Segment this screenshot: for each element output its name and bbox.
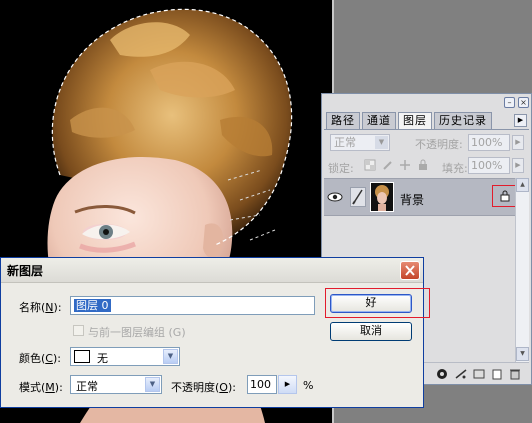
color-label: 颜色(C): (19, 350, 61, 366)
mode-label-text: 模式( (19, 381, 46, 394)
opacity-slider-icon[interactable]: ▶ (278, 375, 297, 394)
mode-label-end: ): (54, 381, 63, 394)
opacity-arrow-icon[interactable]: ▶ (512, 135, 524, 150)
layer-row[interactable]: 背景 (324, 178, 519, 216)
name-label-text: 名称( (19, 301, 46, 314)
divider (324, 129, 529, 130)
group-label-text: 与前一图层编组 (88, 326, 165, 339)
trash-icon[interactable] (508, 368, 522, 380)
color-accesskey: C (45, 352, 53, 365)
color-swatch (74, 350, 90, 363)
lock-all-icon[interactable] (417, 159, 429, 171)
lock-label: 锁定: (328, 162, 354, 175)
layer-name-value: 图层 0 (74, 299, 111, 312)
opacity-label: 不透明度(O): (171, 379, 236, 395)
dialog-title: 新图层 (7, 264, 44, 278)
color-value: 无 (97, 352, 108, 365)
name-label-end: ): (53, 301, 62, 314)
tab-channels[interactable]: 通道 (362, 112, 396, 129)
layer-effects-icon[interactable] (436, 368, 450, 380)
lock-pixels-icon[interactable] (382, 159, 394, 171)
new-layer-icon[interactable] (490, 368, 504, 380)
name-label: 名称(N): (19, 299, 62, 315)
chevron-down-icon: ▼ (163, 349, 178, 364)
new-group-icon[interactable] (472, 368, 486, 380)
tab-history[interactable]: 历史记录 (434, 112, 492, 129)
blend-mode-value: 正常 (334, 136, 356, 149)
fill-arrow-icon[interactable]: ▶ (512, 158, 524, 173)
mode-label: 模式(M): (19, 379, 63, 395)
opacity-field[interactable]: 100% (468, 134, 510, 151)
layer-thumbnail (370, 182, 394, 212)
mode-accesskey: M (45, 381, 55, 394)
opacity-input[interactable]: 100 (247, 375, 277, 394)
name-accesskey: N (45, 301, 54, 314)
opacity-accesskey: O (219, 381, 228, 394)
opacity-label-text: 不透明度( (171, 381, 220, 394)
group-accesskey: (G) (168, 326, 186, 339)
adjustment-layer-icon[interactable] (454, 368, 468, 380)
chevron-down-icon: ▼ (145, 377, 160, 392)
opacity-label: 不透明度: (415, 138, 463, 151)
layers-scrollbar[interactable]: ▲ ▼ (515, 178, 529, 362)
palette-tabs: 路径 通道 图层 历史记录 (326, 112, 494, 129)
lock-position-icon[interactable] (399, 159, 411, 171)
color-label-end: ): (52, 352, 61, 365)
group-with-previous-checkbox[interactable] (73, 325, 84, 336)
lock-icon (500, 190, 510, 202)
blend-mode-select[interactable]: 正常 ▼ (330, 134, 390, 151)
tab-paths[interactable]: 路径 (326, 112, 360, 129)
palette-titlebar[interactable]: – × (322, 94, 531, 112)
chevron-down-icon: ▼ (375, 136, 388, 149)
close-icon[interactable]: × (518, 97, 529, 108)
group-with-previous-label: 与前一图层编组 (G) (88, 324, 186, 340)
layer-name: 背景 (400, 193, 425, 207)
visibility-eye-icon[interactable] (326, 185, 344, 209)
close-button[interactable] (400, 261, 420, 280)
scroll-down-icon[interactable]: ▼ (516, 347, 529, 361)
fill-field[interactable]: 100% (468, 157, 510, 174)
color-select[interactable]: 无 ▼ (70, 347, 180, 366)
dialog-titlebar[interactable]: 新图层 (1, 258, 423, 283)
fill-label: 填充: (442, 162, 468, 175)
mode-value: 正常 (76, 380, 98, 393)
opacity-label-end: ): (227, 381, 236, 394)
color-label-text: 颜色( (19, 352, 46, 365)
scroll-up-icon[interactable]: ▲ (516, 178, 529, 192)
palette-menu-icon[interactable]: ▶ (514, 114, 527, 127)
tab-layers[interactable]: 图层 (398, 112, 432, 129)
new-layer-dialog: 新图层 名称(N): 图层 0 与前一图层编组 (G) 颜色(C): 无 ▼ 模… (0, 257, 430, 408)
layer-name-input[interactable]: 图层 0 (70, 296, 315, 315)
close-icon (405, 265, 415, 276)
cancel-button[interactable]: 取消 (330, 322, 412, 341)
mode-select[interactable]: 正常 ▼ (70, 375, 162, 394)
ok-button[interactable]: 好 (330, 294, 412, 313)
minimize-icon[interactable]: – (504, 97, 515, 108)
opacity-unit: % (303, 379, 314, 392)
paint-brush-icon (350, 187, 366, 207)
lock-transparency-icon[interactable] (364, 159, 376, 171)
